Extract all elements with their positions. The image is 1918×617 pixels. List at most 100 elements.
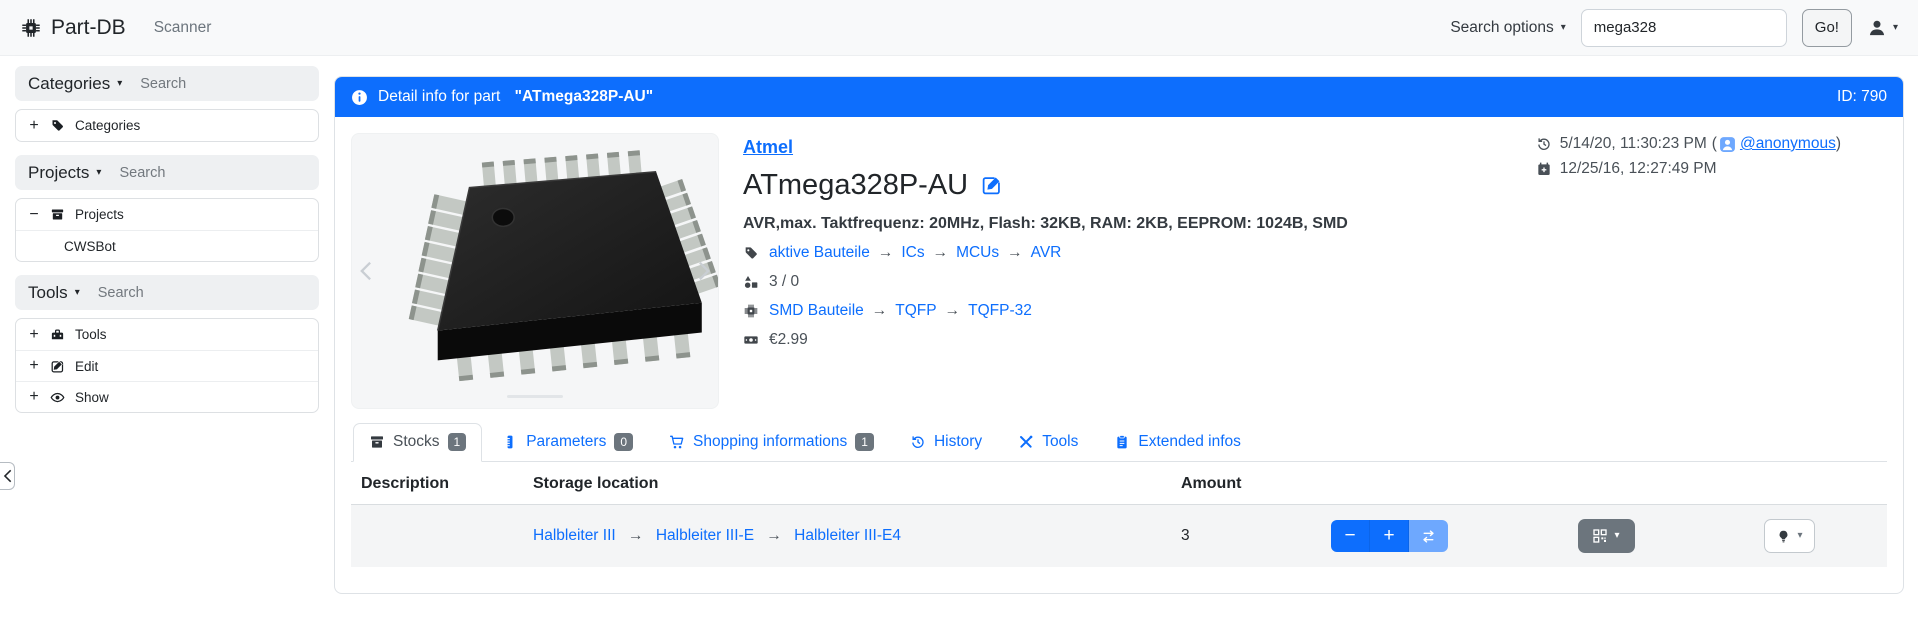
search-options-label: Search options [1450, 19, 1553, 37]
carousel-indicator[interactable] [507, 395, 563, 398]
clipboard-icon [1114, 434, 1130, 450]
sidebar-section-tools: Tools ▾ + Tools + [15, 275, 319, 413]
increase-stock-button[interactable]: + [1370, 520, 1409, 552]
tab-stocks[interactable]: Stocks 1 [353, 423, 482, 462]
tab-extended-infos[interactable]: Extended infos [1098, 423, 1257, 462]
search-options-dropdown[interactable]: Search options ▾ [1450, 19, 1565, 37]
suggestions-dropdown-button[interactable]: ▾ [1764, 519, 1815, 553]
edit-part-icon[interactable] [981, 175, 1002, 196]
part-image-carousel[interactable] [351, 133, 719, 409]
tab-tools[interactable]: Tools [1002, 423, 1094, 462]
sidebar-collapse-handle[interactable] [0, 462, 15, 490]
stock-table-row: Halbleiter III → Halbleiter III-E → Halb… [351, 505, 1887, 568]
column-header-description: Description [351, 462, 523, 505]
tab-shopping-informations[interactable]: Shopping informations 1 [653, 423, 890, 462]
sidebar-projects-dropdown[interactable]: Projects ▾ [28, 163, 101, 183]
arrow-right-icon: → [628, 527, 644, 544]
footprint-link[interactable]: TQFP-32 [968, 302, 1032, 320]
tag-icon [743, 245, 759, 261]
app-brand[interactable]: Part-DB [20, 16, 126, 40]
tab-parameters[interactable]: Parameters 0 [486, 423, 649, 462]
decrease-stock-button[interactable]: − [1331, 520, 1370, 552]
tree-item-label: Tools [75, 327, 107, 342]
tree-expand-toggle[interactable]: + [28, 117, 40, 135]
caret-down-icon: ▾ [1893, 23, 1898, 33]
nav-link-scanner[interactable]: Scanner [154, 19, 212, 37]
stock-adjust-button-group: − + [1331, 520, 1448, 552]
search-input[interactable] [1581, 9, 1787, 47]
lightbulb-icon [1776, 529, 1791, 544]
caret-down-icon: ▾ [1797, 531, 1802, 541]
sidebar-tools-dropdown[interactable]: Tools ▾ [28, 283, 80, 303]
tree-item-categories[interactable]: + Categories [16, 110, 318, 141]
calendar-plus-icon [1536, 161, 1552, 177]
tab-badge: 1 [448, 433, 467, 451]
sidebar-section-title: Projects [28, 163, 89, 183]
sidebar-section-title: Categories [28, 74, 110, 94]
category-link[interactable]: aktive Bauteile [769, 244, 870, 262]
price-row: €2.99 [743, 331, 1887, 349]
header-part-name: "ATmega328P-AU" [515, 88, 653, 106]
carousel-prev-icon[interactable] [359, 260, 372, 287]
top-navbar: Part-DB Scanner Search options ▾ Go! ▾ [0, 0, 1918, 56]
paren-open: ( [1712, 135, 1717, 153]
part-detail-header: Detail info for part "ATmega328P-AU" ID:… [335, 77, 1903, 117]
part-title: ATmega328P-AU [743, 169, 968, 202]
tree-expand-toggle[interactable]: + [28, 357, 40, 375]
categories-search-input[interactable] [140, 76, 280, 92]
sidebar-categories-dropdown[interactable]: Categories ▾ [28, 74, 122, 94]
price-value: €2.99 [769, 331, 808, 349]
move-stock-button[interactable] [1409, 520, 1448, 552]
sidebar: Categories ▾ + Categories Pr [15, 66, 319, 594]
tree-item-cwsbot[interactable]: CWSBot [16, 230, 318, 261]
footprint-link[interactable]: TQFP [895, 302, 936, 320]
paren-close: ) [1836, 135, 1841, 153]
category-breadcrumb: aktive Bauteile → ICs → MCUs → AVR [743, 244, 1887, 262]
projects-search-input[interactable] [119, 165, 259, 181]
tools-search-input[interactable] [98, 285, 238, 301]
tree-item-tools[interactable]: + Tools [16, 319, 318, 350]
tab-label: Tools [1042, 433, 1078, 451]
caret-down-icon: ▾ [96, 168, 101, 178]
caret-down-icon: ▾ [1561, 23, 1566, 33]
caret-down-icon: ▾ [1614, 531, 1619, 541]
storage-location-link[interactable]: Halbleiter III-E4 [794, 527, 901, 544]
microchip-icon [743, 303, 759, 319]
tree-collapse-toggle[interactable]: − [28, 206, 40, 224]
label-qr-dropdown-button[interactable]: ▾ [1578, 519, 1635, 553]
part-description: AVR,max. Taktfrequenz: 20MHz, Flash: 32K… [743, 215, 1887, 233]
created-row: 12/25/16, 12:27:49 PM [1536, 160, 1841, 178]
toolbox-icon [50, 327, 65, 342]
column-header-storage-location: Storage location [523, 462, 1171, 505]
edit-icon [50, 359, 65, 374]
tree-item-show[interactable]: + Show [16, 381, 318, 412]
manufacturer-link[interactable]: Atmel [743, 137, 793, 157]
go-button[interactable]: Go! [1802, 9, 1852, 47]
category-link[interactable]: MCUs [956, 244, 999, 262]
tab-label: History [934, 433, 982, 451]
tab-history[interactable]: History [894, 423, 998, 462]
header-text: Detail info for part [378, 88, 505, 106]
history-icon [1536, 136, 1552, 152]
tree-expand-toggle[interactable]: + [28, 326, 40, 344]
exchange-arrows-icon [1420, 528, 1437, 545]
carousel-next-icon[interactable] [698, 260, 711, 287]
tab-badge: 1 [855, 433, 874, 451]
tree-item-projects[interactable]: − Projects [16, 199, 318, 230]
stock-amount-value: 3 / 0 [769, 273, 799, 291]
user-menu-dropdown[interactable]: ▾ [1867, 18, 1898, 38]
modified-by-user-link[interactable]: @anonymous [1740, 135, 1836, 153]
part-tabs: Stocks 1 Parameters 0 [351, 423, 1887, 462]
arrow-right-icon: → [872, 302, 888, 320]
stock-amount-row: 3 / 0 [743, 273, 1887, 291]
category-link[interactable]: AVR [1031, 244, 1062, 262]
money-bill-icon [743, 332, 759, 348]
shapes-icon [743, 274, 759, 290]
tab-label: Stocks [393, 433, 440, 451]
category-link[interactable]: ICs [901, 244, 924, 262]
tree-expand-toggle[interactable]: + [28, 388, 40, 406]
storage-location-link[interactable]: Halbleiter III [533, 527, 616, 544]
tree-item-edit[interactable]: + Edit [16, 350, 318, 381]
footprint-link[interactable]: SMD Bauteile [769, 302, 864, 320]
storage-location-link[interactable]: Halbleiter III-E [656, 527, 754, 544]
